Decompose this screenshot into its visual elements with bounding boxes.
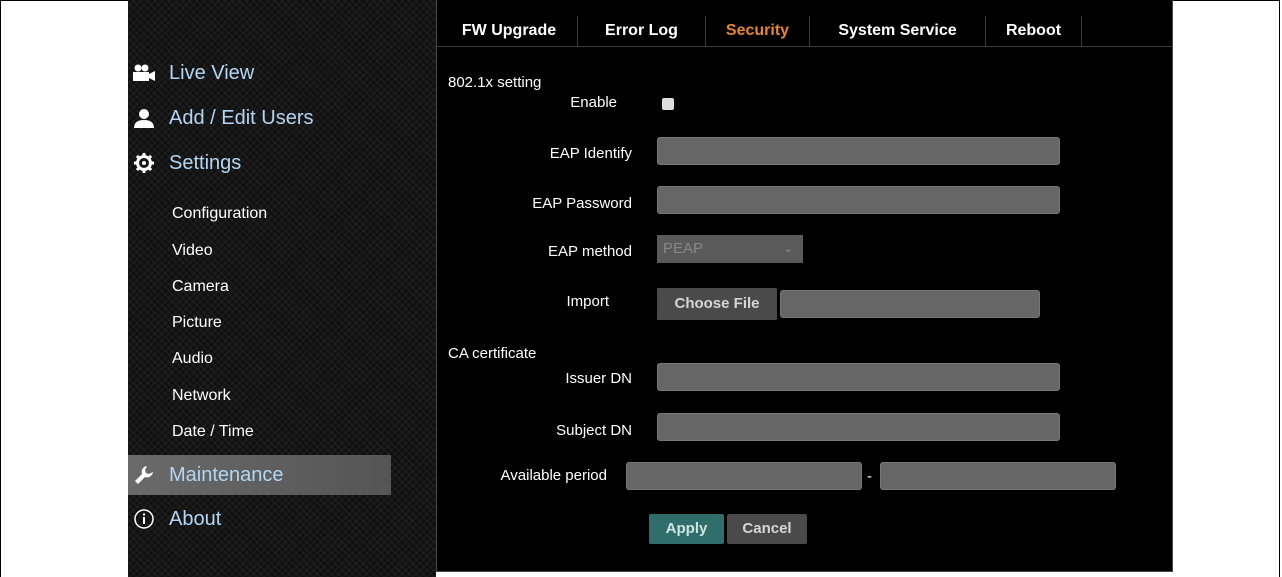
nav-item-about[interactable]: About	[128, 499, 436, 539]
sub-item-picture[interactable]: Picture	[172, 313, 222, 333]
import-label: Import	[566, 293, 609, 310]
nav-item-label: Maintenance	[169, 463, 284, 486]
nav-item-live-view[interactable]: Live View	[128, 53, 436, 93]
period-separator: -	[867, 468, 872, 485]
enable-checkbox[interactable]	[662, 98, 674, 110]
eap-identify-label: EAP Identify	[549, 145, 632, 162]
nav-item-label: Add / Edit Users	[169, 106, 314, 129]
file-name-field[interactable]	[780, 290, 1040, 318]
eap-password-label: EAP Password	[532, 195, 632, 212]
tab-security[interactable]: Security	[706, 16, 810, 46]
tab-system-service[interactable]: System Service	[810, 16, 986, 46]
available-period-label: Available period	[500, 467, 607, 484]
nav-item-settings[interactable]: Settings	[128, 143, 436, 183]
tab-bar: FW Upgrade Error Log Security System Ser…	[437, 0, 1173, 47]
sub-item-audio[interactable]: Audio	[172, 349, 213, 369]
section-title-ca-certificate: CA certificate	[448, 345, 537, 362]
eap-password-input[interactable]	[657, 186, 1060, 214]
sub-item-date-time[interactable]: Date / Time	[172, 422, 254, 442]
cancel-button[interactable]: Cancel	[727, 514, 807, 544]
eap-method-label: EAP method	[548, 243, 632, 260]
eap-method-select[interactable]: PEAP ⌄	[657, 235, 803, 263]
period-start-input[interactable]	[626, 462, 862, 490]
enable-label: Enable	[570, 94, 617, 111]
main-panel: FW Upgrade Error Log Security System Ser…	[436, 0, 1173, 572]
nav-item-label: Live View	[169, 61, 255, 84]
period-end-input[interactable]	[880, 462, 1116, 490]
issuer-dn-input[interactable]	[657, 363, 1060, 391]
chevron-down-icon: ⌄	[783, 243, 793, 255]
info-icon	[132, 507, 156, 531]
eap-method-value: PEAP	[663, 240, 704, 257]
nav-item-add-edit-users[interactable]: Add / Edit Users	[128, 98, 436, 138]
subject-dn-label: Subject DN	[556, 422, 632, 439]
sub-item-configuration[interactable]: Configuration	[172, 204, 267, 224]
gear-icon	[132, 151, 156, 175]
subject-dn-input[interactable]	[657, 413, 1060, 441]
sub-item-video[interactable]: Video	[172, 241, 213, 261]
sub-item-camera[interactable]: Camera	[172, 277, 229, 297]
wrench-icon	[132, 463, 156, 487]
user-icon	[132, 106, 156, 130]
choose-file-button[interactable]: Choose File	[657, 288, 777, 320]
camera-icon	[132, 61, 156, 85]
nav-item-label: About	[169, 507, 222, 530]
sidebar: Live View Add / Edit Users Settings Conf…	[128, 0, 436, 577]
sub-item-network[interactable]: Network	[172, 386, 231, 406]
section-title-8021x: 802.1x setting	[448, 74, 542, 91]
nav-item-maintenance[interactable]: Maintenance	[128, 455, 391, 495]
nav-item-label: Settings	[169, 151, 242, 174]
tab-fw-upgrade[interactable]: FW Upgrade	[441, 16, 578, 46]
tab-reboot[interactable]: Reboot	[986, 16, 1082, 46]
eap-identify-input[interactable]	[657, 137, 1060, 165]
issuer-dn-label: Issuer DN	[565, 370, 632, 387]
tab-error-log[interactable]: Error Log	[578, 16, 706, 46]
apply-button[interactable]: Apply	[649, 514, 724, 544]
